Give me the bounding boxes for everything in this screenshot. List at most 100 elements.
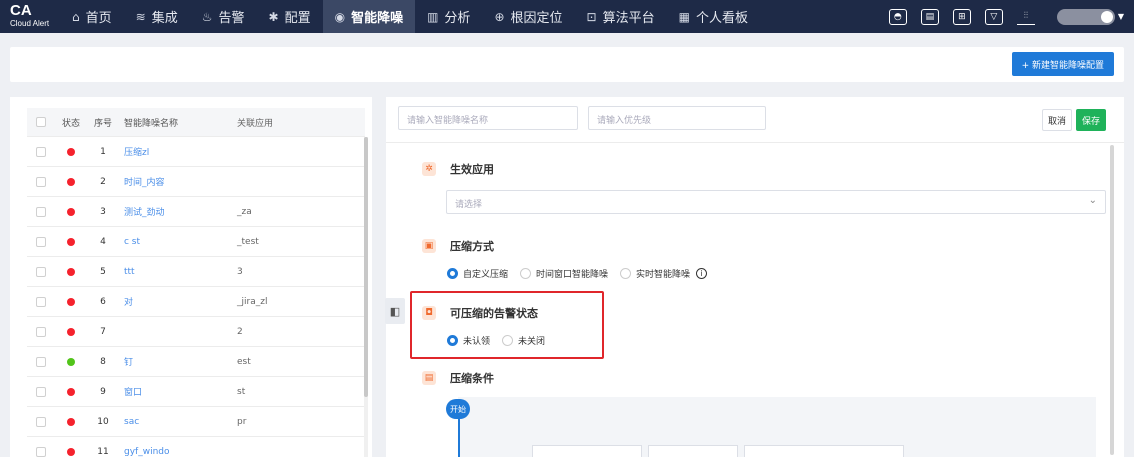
select-all-cell	[27, 117, 55, 127]
table-row[interactable]: 72	[27, 317, 365, 347]
row-checkbox[interactable]	[36, 176, 46, 187]
app-select[interactable]: 请选择 ⌄	[446, 190, 1106, 214]
row-app: _za	[237, 206, 252, 217]
avatar-dot	[1100, 10, 1113, 23]
nav-item-label: 智能降噪	[351, 11, 404, 26]
row-checkbox[interactable]	[36, 356, 46, 367]
window-icon[interactable]: ⊞	[952, 8, 971, 25]
row-name-link[interactable]: c st	[119, 237, 232, 247]
row-name-link[interactable]: sac	[119, 417, 232, 427]
row-checkbox-cell	[27, 416, 55, 427]
algorithm-icon: ⊡	[586, 9, 597, 24]
row-index: 7	[100, 326, 106, 337]
nav-item[interactable]: ▦ 个人看板	[667, 0, 760, 33]
settings-sliders-icon[interactable]: ⫶⫶	[1016, 9, 1035, 25]
table-row[interactable]: 1 压缩zl	[27, 137, 365, 167]
nav-item[interactable]: ≋ 集成	[124, 0, 190, 33]
radio-dot	[520, 268, 532, 279]
logo-subtitle: Cloud Alert	[10, 19, 50, 28]
row-checkbox[interactable]	[36, 386, 46, 397]
row-checkbox[interactable]	[36, 326, 46, 337]
row-name-link[interactable]: ttt	[119, 267, 232, 277]
inbox-icon[interactable]: ▤	[920, 8, 939, 25]
nav-item-label: 集成	[151, 11, 178, 26]
list-scrollbar[interactable]	[364, 137, 368, 397]
table-row[interactable]: 11 gyf_windo	[27, 437, 365, 457]
nav-item-label: 首页	[85, 11, 112, 26]
theme-icon[interactable]: ◓	[888, 8, 907, 25]
user-avatar[interactable]	[1056, 8, 1115, 25]
row-name-link[interactable]: 压缩zl	[119, 145, 232, 158]
table-row[interactable]: 8 钉 est	[27, 347, 365, 377]
nav-item[interactable]: ◉ 智能降噪	[322, 0, 416, 33]
section-method: ▣ 压缩方式	[422, 238, 494, 254]
row-status	[55, 177, 87, 186]
nav-item[interactable]: ♨ 告警	[190, 0, 257, 33]
info-icon[interactable]: i	[696, 268, 708, 279]
collapse-panel-icon[interactable]: ◧	[385, 298, 405, 324]
row-app: est	[237, 356, 251, 367]
row-name-link[interactable]: 测试_劲动	[119, 205, 232, 218]
state-radio-unclosed[interactable]: 未关闭	[502, 334, 545, 347]
form-divider	[386, 142, 1124, 143]
chevron-down-icon[interactable]: ▼	[1118, 12, 1124, 21]
config-name-input[interactable]: 请输入智能降噪名称	[398, 106, 578, 130]
row-name-link[interactable]: 对	[119, 295, 232, 308]
row-checkbox[interactable]	[36, 266, 46, 277]
row-checkbox[interactable]	[36, 206, 46, 217]
cancel-button[interactable]: 取消	[1042, 109, 1072, 131]
method-label: 自定义压缩	[463, 270, 509, 280]
row-name-link[interactable]: 钉	[119, 355, 232, 368]
row-checkbox[interactable]	[36, 296, 46, 307]
row-status	[55, 327, 87, 336]
method-radio-realtime[interactable]: 实时智能降噪	[620, 267, 690, 280]
table-row[interactable]: 4 c st _test	[27, 227, 365, 257]
method-radio-window[interactable]: 时间窗口智能降噪	[520, 267, 608, 280]
row-status	[55, 387, 87, 396]
state-radio-unclaimed[interactable]: 未认领	[447, 334, 490, 347]
nav-item[interactable]: ⌂ 首页	[60, 0, 124, 33]
table-row[interactable]: 3 测试_劲动 _za	[27, 197, 365, 227]
flow-node[interactable]	[648, 445, 738, 457]
header-bar: + 新建智能降噪配置	[10, 47, 1124, 82]
save-button[interactable]: 保存	[1076, 109, 1106, 131]
row-checkbox[interactable]	[36, 416, 46, 427]
table-row[interactable]: 5 ttt 3	[27, 257, 365, 287]
row-name-link[interactable]: 时间_内容	[119, 175, 232, 188]
priority-input[interactable]: 请输入优先级	[588, 106, 766, 130]
section-method-title: 压缩方式	[450, 240, 494, 253]
create-config-button[interactable]: + 新建智能降噪配置	[1011, 52, 1114, 76]
row-checkbox[interactable]	[36, 236, 46, 247]
select-all-checkbox[interactable]	[36, 117, 46, 127]
nav-item[interactable]: ⊡ 算法平台	[575, 0, 667, 33]
table-row[interactable]: 2 时间_内容	[27, 167, 365, 197]
row-app: 2	[237, 326, 243, 337]
table-row[interactable]: 9 窗口 st	[27, 377, 365, 407]
status-dot	[67, 147, 75, 156]
flow-node[interactable]	[744, 445, 904, 457]
row-checkbox[interactable]	[36, 146, 46, 157]
notification-icon[interactable]: ▽	[984, 8, 1003, 25]
table-row[interactable]: 10 sac pr	[27, 407, 365, 437]
method-radio-custom[interactable]: 自定义压缩	[447, 267, 508, 280]
form-scrollbar[interactable]	[1110, 145, 1114, 455]
highlight-box	[410, 291, 604, 359]
flow-node[interactable]	[532, 445, 642, 457]
radio-dot	[502, 335, 514, 346]
flow-start-node[interactable]: 开始	[446, 399, 470, 419]
row-app: 3	[237, 266, 243, 277]
row-status	[55, 207, 87, 216]
nav-item[interactable]: ⊕ 根因定位	[482, 0, 574, 33]
row-checkbox-cell	[27, 356, 55, 367]
row-checkbox-cell	[27, 326, 55, 337]
status-dot	[67, 327, 75, 336]
table-row[interactable]: 6 对 _jira_zl	[27, 287, 365, 317]
row-index: 5	[100, 266, 106, 277]
logo[interactable]: CA Cloud Alert	[0, 0, 60, 33]
row-name-link[interactable]: 窗口	[119, 385, 232, 398]
row-index: 3	[100, 206, 106, 217]
nav-item[interactable]: ▥ 分析	[415, 0, 482, 33]
state-radio-group: 未认领 未关闭	[447, 334, 557, 347]
nav-item[interactable]: ✱ 配置	[257, 0, 323, 33]
status-dot	[67, 237, 75, 246]
